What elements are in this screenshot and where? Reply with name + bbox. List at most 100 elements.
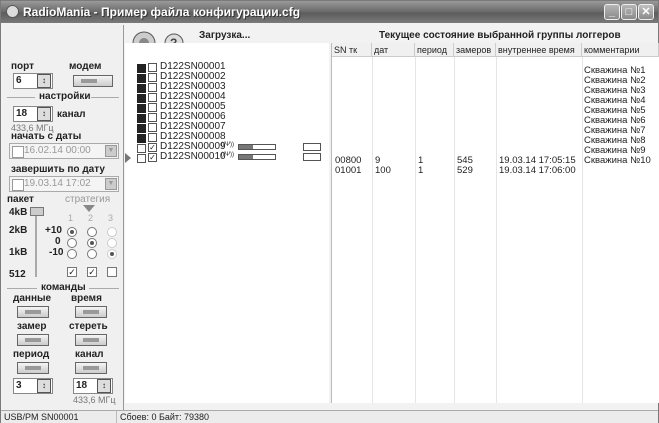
logger-status-square [137, 104, 146, 113]
logger-checkbox[interactable] [148, 63, 157, 72]
title-bar: RadioMania - Пример файла конфигурации.c… [1, 1, 658, 23]
port-value: 6 [16, 75, 22, 86]
logger-checkbox[interactable]: ✓ [148, 153, 157, 162]
end-date-label: завершить по дату [11, 164, 105, 175]
column-header[interactable]: замеров [454, 43, 496, 57]
size-4kb: 4kB [9, 207, 28, 218]
modem-label: модем [69, 61, 102, 72]
logger-checkbox[interactable] [148, 73, 157, 82]
column-divider [454, 57, 455, 403]
strategy-radio[interactable] [107, 227, 117, 237]
table-cell: 100 [375, 165, 391, 176]
data-button[interactable] [17, 306, 49, 318]
group-title: Текущее состояние выбранной группы логге… [379, 30, 621, 41]
modem-button[interactable] [73, 75, 113, 87]
strategy-checkbox-2[interactable]: ✓ [87, 267, 97, 277]
battery-icon [303, 143, 321, 151]
logger-status-square [137, 84, 146, 93]
start-date-value: 16.02.14 00:00 [24, 145, 91, 156]
maximize-button[interactable]: □ [621, 4, 637, 20]
column-divider [582, 57, 583, 403]
logger-row[interactable]: ✓ D122SN00010 ((Ψ)) [125, 151, 329, 163]
strategy-radio[interactable] [107, 249, 117, 259]
column-header[interactable]: дат [372, 43, 415, 57]
column-header[interactable]: внутреннее время [496, 43, 582, 57]
divider [7, 288, 37, 289]
chevron-down-icon[interactable]: ▼ [105, 178, 117, 190]
erase-button[interactable] [75, 334, 107, 346]
strategy-radio[interactable] [67, 227, 77, 237]
column-header[interactable]: комментарии [582, 43, 659, 57]
logger-checkbox[interactable] [148, 83, 157, 92]
port-spin-button[interactable]: ↕ [37, 74, 51, 88]
packet-slider-track[interactable] [35, 207, 37, 277]
comment-cell[interactable]: Скважина №10 [584, 155, 651, 166]
strategy-checkbox-3[interactable] [107, 267, 117, 277]
offset-minus10: -10 [49, 247, 64, 258]
packet-slider-thumb[interactable] [30, 207, 44, 216]
triangle-down-icon [83, 205, 95, 212]
end-date-checkbox[interactable] [12, 179, 24, 191]
channel2-value: 18 [76, 380, 88, 391]
channel2-button[interactable] [75, 362, 107, 374]
strategy-radio[interactable] [107, 238, 117, 248]
start-date-checkbox[interactable] [12, 146, 24, 158]
strategy-radio[interactable] [67, 249, 77, 259]
column-divider [496, 57, 497, 403]
channel-spin-button[interactable]: ↕ [37, 107, 51, 121]
logger-checkbox[interactable] [148, 123, 157, 132]
channel2-spin-button[interactable]: ↕ [97, 379, 111, 393]
logger-status-table: SN тк дат период замеров внутреннее время ком… [331, 43, 659, 403]
start-date-picker[interactable]: 16.02.14 00:00 ▼ [9, 143, 119, 159]
status-errors: Сбоев: 0 Байт: 79380 [120, 412, 210, 422]
logger-status-square [137, 134, 146, 143]
end-date-value: 19.03.14 17:02 [24, 178, 91, 189]
measure-label: замер [17, 321, 47, 332]
period-button[interactable] [17, 362, 49, 374]
divider [91, 97, 119, 98]
column-header[interactable]: SN тк [332, 43, 372, 57]
battery-icon [303, 153, 321, 161]
offset-plus10: +10 [45, 225, 62, 236]
measure-button[interactable] [17, 334, 49, 346]
strategy-radio[interactable] [87, 238, 97, 248]
logger-checkbox[interactable] [148, 103, 157, 112]
app-window: RadioMania - Пример файла конфигурации.c… [0, 0, 659, 423]
strategy-radio[interactable] [67, 238, 77, 248]
logger-checkbox[interactable]: ✓ [148, 143, 157, 152]
period-spin-button[interactable]: ↕ [37, 379, 51, 393]
logger-checkbox[interactable] [148, 113, 157, 122]
column-divider [415, 57, 416, 403]
column-header[interactable]: период [415, 43, 454, 57]
strategy-radio[interactable] [87, 249, 97, 259]
status-bar: USB/PM SN00001 Сбоев: 0 Байт: 79380 [1, 410, 658, 423]
size-1kb: 1kB [9, 247, 28, 258]
loading-label: Загрузка... [199, 30, 251, 41]
strategy-num-3: 3 [108, 213, 114, 223]
divider [7, 97, 35, 98]
strategy-num-1: 1 [68, 213, 74, 223]
status-device: USB/PM SN00001 [1, 411, 117, 423]
app-icon [6, 5, 19, 18]
minimize-button[interactable]: _ [604, 4, 620, 20]
end-date-picker[interactable]: 19.03.14 17:02 ▼ [9, 176, 119, 192]
chevron-down-icon[interactable]: ▼ [105, 145, 117, 157]
logger-status-square [137, 154, 146, 163]
time-button[interactable] [75, 306, 107, 318]
table-cell: 19.03.14 17:06:00 [499, 165, 576, 176]
strategy-checkbox-1[interactable]: ✓ [67, 267, 77, 277]
start-date-label: начать с даты [11, 131, 82, 142]
close-button[interactable]: ✕ [638, 4, 654, 20]
channel-label: канал [57, 109, 86, 120]
channel2-label: канал [75, 349, 104, 360]
commands-label: команды [41, 282, 86, 293]
logger-checkbox[interactable] [148, 93, 157, 102]
channel-value: 18 [16, 108, 28, 119]
strategy-radio[interactable] [87, 227, 97, 237]
logger-checkbox[interactable] [148, 133, 157, 142]
column-divider [372, 57, 373, 403]
logger-status-square [137, 144, 146, 153]
logger-status-square [137, 74, 146, 83]
data-label: данные [13, 293, 52, 304]
logger-status-square [137, 94, 146, 103]
